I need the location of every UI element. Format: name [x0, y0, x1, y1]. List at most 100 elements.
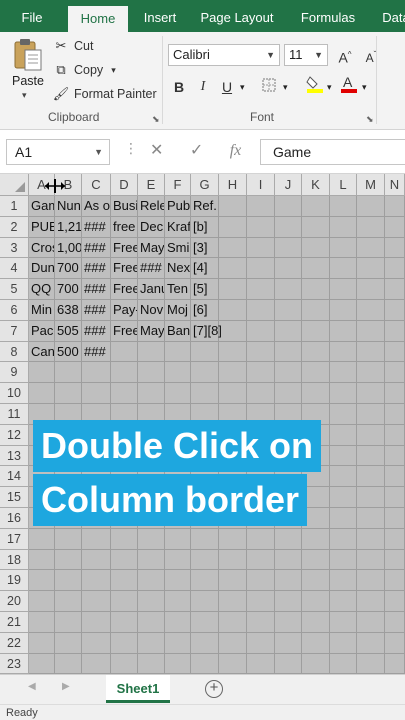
paste-dropdown-icon[interactable]: ▾ — [22, 90, 27, 101]
row-header-17[interactable]: 17 — [0, 528, 29, 550]
row-header-22[interactable]: 22 — [0, 632, 29, 654]
cell-e3[interactable]: May — [138, 238, 164, 258]
cell-g2[interactable]: [b] — [191, 217, 247, 237]
borders-icon[interactable] — [258, 76, 280, 98]
tab-data[interactable]: Data — [376, 0, 405, 32]
row-header-20[interactable]: 20 — [0, 591, 29, 612]
cell-a6[interactable]: Min — [29, 300, 54, 320]
row-header-15[interactable]: 15 — [0, 487, 29, 508]
cell-g3[interactable]: [3] — [191, 238, 247, 258]
copy-dropdown-icon[interactable]: ▾ — [111, 65, 116, 76]
row-header-3[interactable]: 3 — [0, 237, 29, 259]
cell-f7[interactable]: Ban — [165, 321, 190, 341]
underline-dropdown-icon[interactable]: ▾ — [240, 82, 245, 93]
cell-b5[interactable]: 700 — [55, 279, 81, 299]
cell-g1[interactable]: Ref. — [191, 196, 247, 216]
cell-g6[interactable]: [6] — [191, 300, 247, 320]
row-header-4[interactable]: 4 — [0, 258, 29, 280]
row-header-23[interactable]: 23 — [0, 653, 29, 674]
grow-font-button[interactable]: A^ — [334, 44, 356, 66]
cell-a2[interactable]: PUB — [29, 217, 54, 237]
cell-f4[interactable]: Nex — [165, 258, 190, 278]
cell-c7[interactable]: ### — [82, 321, 110, 341]
formula-bar-handle-icon[interactable]: ⋮ — [124, 140, 138, 157]
add-sheet-icon[interactable]: + — [205, 680, 223, 698]
row-header-13[interactable]: 13 — [0, 445, 29, 467]
tab-home[interactable]: Home — [68, 6, 128, 32]
row-header-6[interactable]: 6 — [0, 300, 29, 321]
cell-f3[interactable]: Smi — [165, 238, 190, 258]
row-header-1[interactable]: 1 — [0, 196, 29, 217]
sheet-tab-sheet1[interactable]: Sheet1 — [106, 675, 170, 703]
cell-d4[interactable]: Free — [111, 258, 137, 278]
cell-e2[interactable]: Dec — [138, 217, 164, 237]
paste-icon[interactable] — [12, 38, 44, 74]
cell-d6[interactable]: Pay- — [111, 300, 137, 320]
cell-e7[interactable]: May — [138, 321, 164, 341]
italic-button[interactable]: I — [192, 76, 214, 98]
underline-button[interactable]: U — [216, 76, 238, 98]
insert-function-icon[interactable]: fx — [230, 142, 242, 159]
cell-c5[interactable]: ### — [82, 279, 110, 299]
cell-g4[interactable]: [4] — [191, 258, 247, 278]
column-header-k[interactable]: K — [302, 174, 330, 196]
cut-button[interactable]: ✂ Cut — [52, 36, 94, 56]
cancel-icon[interactable]: ✕ — [150, 142, 163, 159]
column-header-m[interactable]: M — [357, 174, 385, 196]
cell-c2[interactable]: ### — [82, 217, 110, 237]
font-color-dropdown-icon[interactable]: ▾ — [362, 82, 367, 93]
cell-e5[interactable]: Janu — [138, 279, 164, 299]
cell-d7[interactable]: Free — [111, 321, 137, 341]
fill-color-dropdown-icon[interactable]: ▾ — [327, 82, 332, 93]
cell-c8[interactable]: ### — [82, 342, 110, 362]
cell-g5[interactable]: [5] — [191, 279, 247, 299]
clipboard-launcher-icon[interactable]: ⬊ — [152, 114, 160, 125]
column-header-n[interactable]: N — [385, 174, 405, 196]
formula-input[interactable]: Game — [260, 139, 405, 165]
row-header-10[interactable]: 10 — [0, 383, 29, 404]
cell-b4[interactable]: 700 — [55, 258, 81, 278]
cell-b1[interactable]: Nun — [55, 196, 81, 216]
sheet-next-icon[interactable]: ▶ — [62, 681, 70, 692]
cell-a1[interactable]: Gam — [29, 196, 54, 216]
cell-e6[interactable]: Nov — [138, 300, 164, 320]
tab-file[interactable]: File — [10, 0, 54, 32]
row-header-21[interactable]: 21 — [0, 612, 29, 633]
row-header-19[interactable]: 19 — [0, 570, 29, 592]
enter-icon[interactable]: ✓ — [190, 142, 203, 159]
cell-a5[interactable]: QQ — [29, 279, 54, 299]
row-header-9[interactable]: 9 — [0, 362, 29, 384]
cell-f1[interactable]: Pub — [165, 196, 190, 216]
row-header-18[interactable]: 18 — [0, 549, 29, 571]
bold-button[interactable]: B — [168, 76, 190, 98]
row-header-16[interactable]: 16 — [0, 508, 29, 529]
row-header-2[interactable]: 2 — [0, 216, 29, 238]
row-header-12[interactable]: 12 — [0, 424, 29, 446]
fill-color-icon[interactable] — [304, 74, 326, 96]
cell-d1[interactable]: Busi — [111, 196, 137, 216]
cell-b3[interactable]: 1,00 — [55, 238, 81, 258]
column-header-l[interactable]: L — [330, 174, 357, 196]
row-header-7[interactable]: 7 — [0, 320, 29, 342]
cell-d5[interactable]: Free — [111, 279, 137, 299]
column-header-c[interactable]: C — [82, 174, 111, 196]
column-header-f[interactable]: F — [165, 174, 191, 196]
shrink-font-button[interactable]: Aˇ — [360, 44, 382, 66]
borders-dropdown-icon[interactable]: ▾ — [283, 82, 288, 93]
row-header-14[interactable]: 14 — [0, 466, 29, 488]
tab-formulas[interactable]: Formulas — [292, 0, 364, 32]
cell-b7[interactable]: 505 — [55, 321, 81, 341]
cell-a4[interactable]: Dun — [29, 258, 54, 278]
copy-button[interactable]: ⧉ Copy ▾ — [52, 60, 116, 80]
font-size-box[interactable]: 11 ▼ — [284, 44, 328, 66]
row-header-5[interactable]: 5 — [0, 279, 29, 300]
row-header-8[interactable]: 8 — [0, 341, 29, 363]
column-header-h[interactable]: H — [219, 174, 247, 196]
column-header-d[interactable]: D — [111, 174, 138, 196]
column-header-j[interactable]: J — [275, 174, 302, 196]
font-name-dropdown-icon[interactable]: ▼ — [266, 45, 275, 65]
cell-e4[interactable]: ### — [138, 258, 164, 278]
cell-b2[interactable]: 1,21 — [55, 217, 81, 237]
format-painter-button[interactable]: 🖌 Format Painter — [52, 84, 157, 104]
cell-a3[interactable]: Cros — [29, 238, 54, 258]
